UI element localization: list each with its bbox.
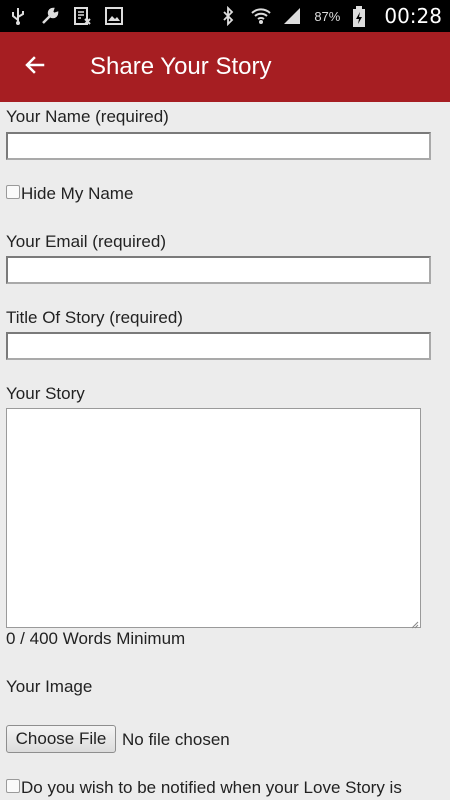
battery-charging-icon	[352, 6, 372, 27]
name-input[interactable]	[6, 132, 431, 160]
story-title-label: Title Of Story (required)	[6, 308, 183, 327]
app-bar: Share Your Story	[0, 32, 450, 102]
image-icon	[104, 6, 124, 26]
battery-percent: 87%	[314, 8, 341, 24]
hide-name-label: Hide My Name	[21, 184, 134, 203]
arrow-left-icon	[23, 53, 47, 82]
sim-icon	[72, 6, 92, 26]
usb-icon	[8, 6, 28, 26]
resize-grip-icon[interactable]	[409, 616, 419, 629]
choose-file-button[interactable]: Choose File	[6, 725, 116, 753]
bluetooth-icon	[218, 5, 238, 27]
story-label: Your Story	[6, 384, 85, 403]
status-bar: 87% 00:28	[0, 0, 450, 32]
email-label: Your Email (required)	[6, 232, 166, 251]
image-label: Your Image	[6, 677, 93, 696]
story-title-input[interactable]	[6, 332, 431, 360]
file-status: No file chosen	[122, 730, 230, 749]
status-bar-left	[8, 6, 124, 26]
clock: 00:28	[384, 4, 442, 28]
hide-name-checkbox[interactable]	[6, 185, 20, 199]
wrench-icon	[40, 6, 60, 26]
wifi-icon	[250, 6, 272, 26]
email-input[interactable]	[6, 256, 431, 284]
status-bar-right: 87% 00:28	[218, 4, 442, 28]
share-story-form: Your Name (required) Hide My Name Your E…	[0, 102, 450, 800]
signal-icon	[282, 6, 302, 26]
page-title: Share Your Story	[90, 53, 272, 80]
name-label: Your Name (required)	[6, 107, 169, 126]
back-button[interactable]	[0, 32, 70, 102]
notify-label: Do you wish to be notified when your Lov…	[21, 778, 402, 797]
word-count: 0 / 400 Words Minimum	[6, 629, 186, 648]
notify-checkbox[interactable]	[6, 779, 20, 793]
story-textarea[interactable]	[6, 408, 421, 629]
